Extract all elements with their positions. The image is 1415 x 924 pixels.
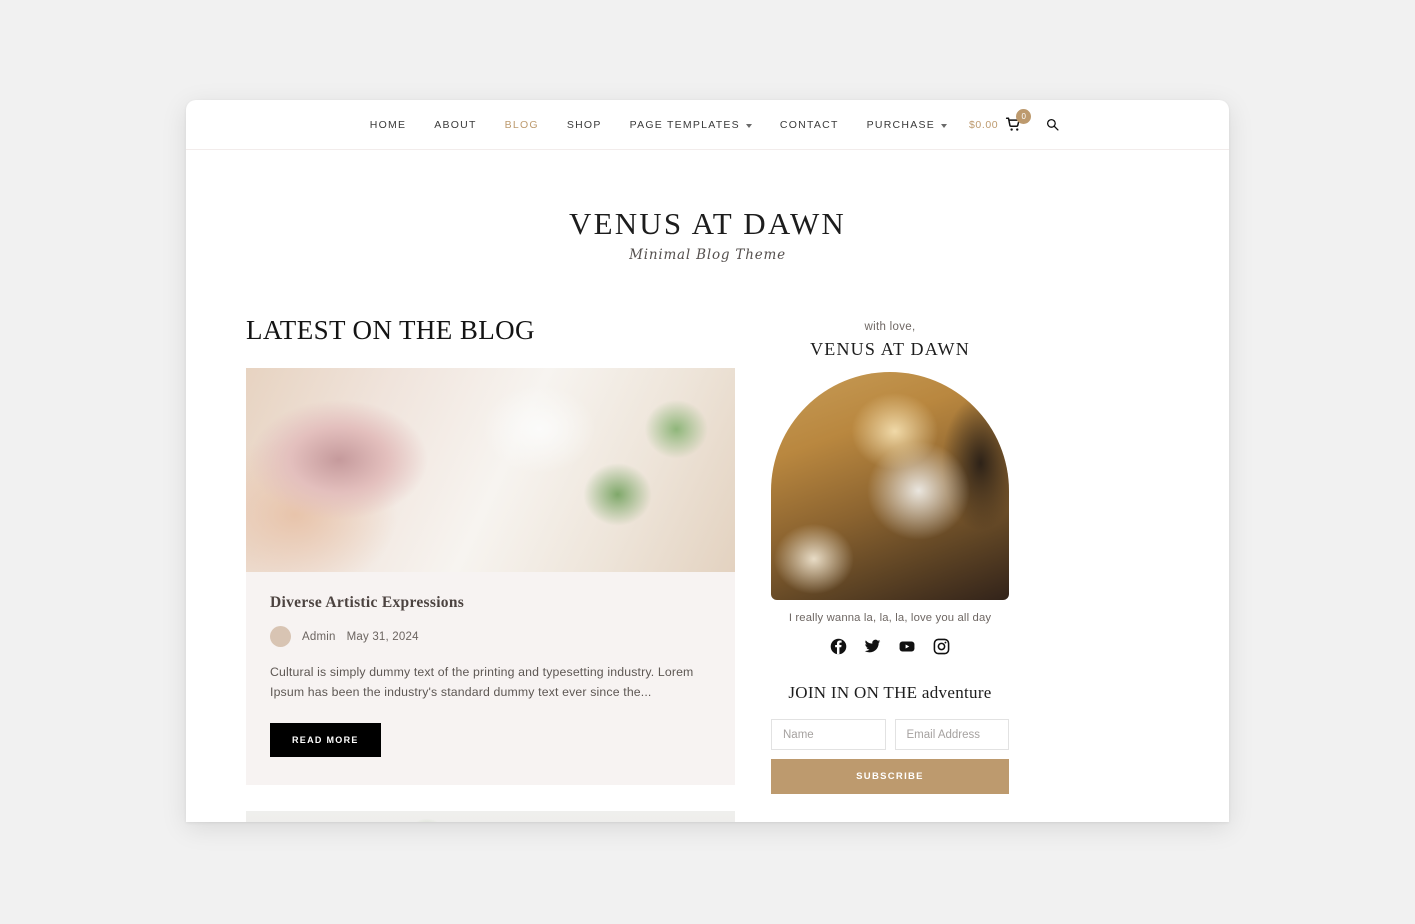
nav-item-contact[interactable]: CONTACT xyxy=(766,119,853,131)
nav-item-page-templates[interactable]: PAGE TEMPLATES xyxy=(616,119,766,131)
instagram-icon xyxy=(933,638,950,655)
post-card xyxy=(246,810,735,822)
main-navigation: HOME ABOUT BLOG SHOP PAGE TEMPLATES CONT… xyxy=(186,100,1229,150)
cart-total-price: $0.00 xyxy=(968,118,999,131)
nav-item-label: SHOP xyxy=(566,118,602,131)
youtube-link[interactable] xyxy=(898,638,916,655)
nav-item-home[interactable]: HOME xyxy=(356,119,421,131)
post-featured-image[interactable] xyxy=(246,368,735,572)
nav-item-about[interactable]: ABOUT xyxy=(420,119,490,131)
search-icon xyxy=(1047,118,1059,131)
post-body: Diverse Artistic Expressions Admin May 3… xyxy=(246,572,735,785)
email-input[interactable] xyxy=(894,719,1009,750)
search-button[interactable] xyxy=(1029,118,1059,131)
nav-item-label: CONTACT xyxy=(779,118,839,131)
chevron-down-icon xyxy=(940,123,947,128)
cart-group: $0.00 0 xyxy=(961,109,1059,132)
screenshot-stage: HOME ABOUT BLOG SHOP PAGE TEMPLATES CONT… xyxy=(0,0,1415,924)
cart-button[interactable]: 0 xyxy=(1005,109,1032,132)
nav-item-label: PAGE TEMPLATES xyxy=(629,118,740,131)
post-title[interactable]: Diverse Artistic Expressions xyxy=(270,594,711,612)
facebook-icon xyxy=(830,638,847,655)
twitter-link[interactable] xyxy=(864,638,881,655)
sidebar-with-love-text: with love, xyxy=(864,321,916,333)
nav-item-label: PURCHASE xyxy=(866,118,935,131)
subscribe-button[interactable]: SUBSCRIBE xyxy=(771,759,1009,794)
nav-item-label: BLOG xyxy=(504,118,539,131)
post-date: May 31, 2024 xyxy=(346,630,419,643)
sidebar: with love, VENUS AT DAWN I really wanna … xyxy=(771,321,1009,822)
site-header: VENUS AT DAWN Minimal Blog Theme xyxy=(186,150,1229,263)
post-meta: Admin May 31, 2024 xyxy=(270,626,711,647)
twitter-icon xyxy=(864,639,881,653)
post-author[interactable]: Admin xyxy=(302,631,336,643)
main-column: LATEST ON THE BLOG Diverse Artistic Expr… xyxy=(246,315,735,822)
nav-item-label: ABOUT xyxy=(434,118,477,131)
post-excerpt: Cultural is simply dummy text of the pri… xyxy=(270,665,694,700)
post-featured-image[interactable] xyxy=(246,810,735,822)
chevron-down-icon xyxy=(745,123,752,128)
subscribe-form xyxy=(771,719,1009,750)
page-title: LATEST ON THE BLOG xyxy=(246,315,535,345)
browser-window: HOME ABOUT BLOG SHOP PAGE TEMPLATES CONT… xyxy=(186,100,1229,822)
youtube-icon xyxy=(899,641,915,652)
sidebar-quote: I really wanna la, la, la, love you all … xyxy=(788,612,992,624)
desk-photo xyxy=(246,810,735,822)
instagram-link[interactable] xyxy=(933,638,950,655)
read-more-button[interactable]: READ MORE xyxy=(270,722,381,757)
avatar xyxy=(270,626,291,647)
post-card: Diverse Artistic Expressions Admin May 3… xyxy=(246,368,735,785)
sidebar-author-name: VENUS AT DAWN xyxy=(810,339,970,359)
name-input[interactable] xyxy=(771,719,886,750)
social-links xyxy=(771,638,1009,655)
portrait-photo xyxy=(771,372,1009,600)
subscribe-heading: JOIN IN ON THE adventure xyxy=(771,683,1009,703)
nav-item-blog[interactable]: BLOG xyxy=(491,119,553,131)
nav-item-label: HOME xyxy=(369,118,407,131)
flowers-photo xyxy=(246,368,735,572)
sidebar-portrait xyxy=(771,372,1009,600)
nav-item-shop[interactable]: SHOP xyxy=(553,119,616,131)
content-area: LATEST ON THE BLOG Diverse Artistic Expr… xyxy=(186,263,1229,822)
subscribe-heading-lower: adventure xyxy=(921,683,992,702)
site-tagline: Minimal Blog Theme xyxy=(629,247,786,263)
nav-item-purchase[interactable]: PURCHASE xyxy=(853,119,961,131)
subscribe-heading-caps: JOIN IN ON THE xyxy=(788,683,922,702)
site-title[interactable]: VENUS AT DAWN xyxy=(186,206,1229,242)
facebook-link[interactable] xyxy=(830,638,847,655)
